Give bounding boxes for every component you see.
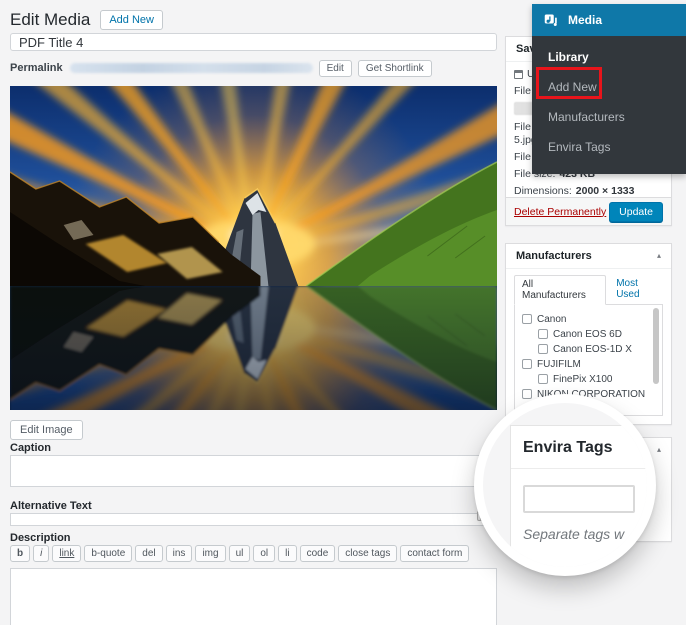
qt-ul-button[interactable]: ul bbox=[228, 545, 251, 562]
menu-item-add-new[interactable]: Add New bbox=[532, 72, 686, 102]
page-title: Edit Media bbox=[10, 10, 91, 29]
magnified-envira-tags-panel: Envira Tags Separate tags w bbox=[510, 425, 647, 567]
manufacturer-label: FUJIFILM bbox=[537, 358, 581, 370]
checkbox[interactable] bbox=[538, 344, 548, 354]
quicktags-toolbar: b i link b-quote del ins img ul ol li co… bbox=[10, 545, 470, 562]
edit-media-screen: Edit Media Add New Permalink Edit Get Sh… bbox=[0, 0, 686, 625]
media-icon bbox=[544, 14, 557, 26]
permalink-url-blurred bbox=[69, 63, 313, 73]
dimensions-value: 2000 × 1333 bbox=[575, 185, 635, 197]
qt-contact-form-button[interactable]: contact form bbox=[400, 545, 470, 562]
list-scrollbar[interactable] bbox=[653, 308, 659, 412]
magnified-panel-title: Envira Tags bbox=[511, 426, 647, 469]
manufacturers-panel-title: Manufacturers bbox=[516, 250, 592, 262]
manufacturer-row: Canon bbox=[522, 312, 662, 326]
save-panel-footer: Delete Permanently Update bbox=[506, 197, 671, 225]
checkbox[interactable] bbox=[522, 359, 532, 369]
qt-close-tags-button[interactable]: close tags bbox=[338, 545, 398, 562]
update-button[interactable]: Update bbox=[609, 201, 663, 222]
qt-bold-button[interactable]: b bbox=[10, 545, 31, 562]
delete-permanently-link[interactable]: Delete Permanently bbox=[514, 206, 606, 218]
manufacturer-label: FinePix X100 bbox=[553, 373, 613, 385]
alt-text-label: Alternative Text bbox=[10, 500, 92, 512]
qt-ins-button[interactable]: ins bbox=[165, 545, 193, 562]
manufacturer-row: Canon EOS 6D bbox=[538, 327, 662, 341]
alt-text-input[interactable] bbox=[10, 513, 497, 526]
description-textarea[interactable] bbox=[10, 568, 497, 625]
qt-del-button[interactable]: del bbox=[135, 545, 163, 562]
media-image-preview bbox=[10, 86, 497, 410]
page-header: Edit Media Add New bbox=[10, 10, 163, 30]
qt-ol-button[interactable]: ol bbox=[253, 545, 276, 562]
description-label: Description bbox=[10, 532, 71, 544]
permalink-label: Permalink bbox=[10, 62, 63, 74]
manufacturer-row: FinePix X100 bbox=[538, 372, 662, 386]
magnified-tags-input[interactable] bbox=[523, 485, 635, 513]
menu-body: Library Add New Manufacturers Envira Tag… bbox=[532, 36, 686, 174]
permalink-row: Permalink Edit Get Shortlink bbox=[10, 59, 432, 77]
menu-header-label: Media bbox=[568, 13, 603, 27]
qt-code-button[interactable]: code bbox=[299, 545, 336, 562]
media-title-input[interactable] bbox=[10, 33, 497, 51]
checkbox[interactable] bbox=[522, 389, 532, 399]
add-new-button[interactable]: Add New bbox=[100, 10, 163, 30]
menu-item-envira-tags[interactable]: Envira Tags bbox=[532, 132, 686, 162]
tab-most-used[interactable]: Most Used bbox=[616, 278, 663, 304]
manufacturer-row: Canon EOS-1D X bbox=[538, 342, 662, 356]
menu-item-library[interactable]: Library bbox=[532, 42, 686, 72]
checkbox[interactable] bbox=[538, 329, 548, 339]
menu-item-manufacturers[interactable]: Manufacturers bbox=[532, 102, 686, 132]
scrollbar-thumb[interactable] bbox=[653, 308, 659, 384]
magnified-hint-text: Separate tags w bbox=[523, 526, 625, 542]
qt-link-button[interactable]: link bbox=[52, 545, 82, 562]
manufacturers-panel-header[interactable]: Manufacturers ▴ bbox=[506, 244, 671, 269]
calendar-icon bbox=[514, 69, 523, 79]
caption-textarea[interactable] bbox=[10, 455, 497, 487]
manufacturers-tabs: All Manufacturers Most Used bbox=[514, 275, 663, 305]
manufacturer-row: FUJIFILM bbox=[522, 357, 662, 371]
dimensions-label: Dimensions: bbox=[514, 185, 572, 197]
collapse-arrow-icon[interactable]: ▴ bbox=[657, 446, 661, 454]
admin-media-flyout-menu: Media Library Add New Manufacturers Envi… bbox=[532, 4, 686, 174]
manufacturer-label: Canon EOS-1D X bbox=[553, 343, 632, 355]
edit-image-button[interactable]: Edit Image bbox=[10, 420, 83, 440]
get-shortlink-button[interactable]: Get Shortlink bbox=[357, 59, 432, 77]
qt-italic-button[interactable]: i bbox=[33, 545, 50, 562]
menu-header-media[interactable]: Media bbox=[532, 4, 686, 36]
checkbox[interactable] bbox=[538, 374, 548, 384]
collapse-arrow-icon[interactable]: ▴ bbox=[657, 252, 661, 260]
manufacturer-label: Canon EOS 6D bbox=[553, 328, 622, 340]
sunset-lake-image bbox=[10, 86, 497, 410]
qt-bquote-button[interactable]: b-quote bbox=[84, 545, 133, 562]
permalink-edit-button[interactable]: Edit bbox=[318, 59, 352, 77]
caption-label: Caption bbox=[10, 442, 51, 454]
magnifier-callout: Envira Tags Separate tags w bbox=[474, 394, 656, 576]
manufacturer-label: Canon bbox=[537, 313, 567, 325]
qt-img-button[interactable]: img bbox=[195, 545, 226, 562]
checkbox[interactable] bbox=[522, 314, 532, 324]
tab-all-manufacturers[interactable]: All Manufacturers bbox=[514, 275, 607, 305]
qt-li-button[interactable]: li bbox=[278, 545, 297, 562]
